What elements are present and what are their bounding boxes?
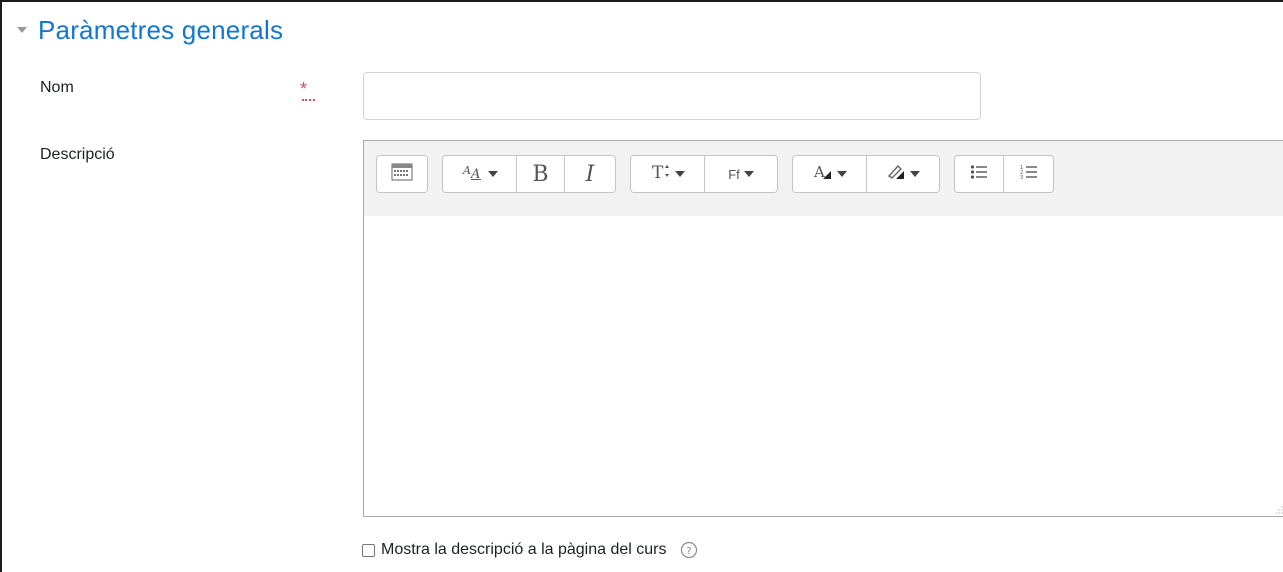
svg-text:?: ? [687,546,692,557]
svg-text:A: A [470,167,480,181]
chevron-down-icon [487,171,498,177]
toolbar-group-lists: 1 2 3 [954,155,1054,193]
frame-top [0,0,1283,2]
frame-left [0,0,2,572]
help-icon[interactable]: ? [680,541,698,559]
chevron-down-icon [910,171,920,177]
font-family-icon: Ff [728,166,740,182]
font-color-icon: A [813,163,833,186]
name-input[interactable] [363,72,981,120]
required-icon: * [300,80,316,102]
ordered-list-button[interactable]: 1 2 3 [1004,156,1053,192]
svg-text:T: T [652,163,664,182]
paragraph-styles-icon: A A [462,163,484,186]
section-header[interactable]: Paràmetres generals [14,12,283,48]
font-family-button[interactable]: Ff [705,156,777,192]
collapse-triangle-icon[interactable] [14,22,30,38]
unordered-list-icon [970,163,988,186]
background-color-button[interactable] [867,156,939,192]
resize-grip-icon[interactable] [1274,502,1283,514]
show-description-checkbox[interactable] [362,543,375,557]
chevron-down-icon [836,171,847,177]
unordered-list-button[interactable] [955,156,1004,192]
required-underline [302,97,315,101]
section-title: Paràmetres generals [38,14,284,45]
description-label: Descripció [40,146,115,163]
font-size-button[interactable]: T [631,156,705,192]
background-color-icon [886,163,906,186]
name-label: Nom [40,79,74,96]
required-mark: * [300,79,308,99]
toolbar-toggle-icon [391,163,413,186]
font-size-icon: T [651,162,671,187]
toolbar-group-font: T Ff [630,155,778,193]
toolbar-group-toggle [376,155,428,193]
svg-text:3: 3 [1020,175,1023,181]
svg-text:A: A [462,164,471,177]
paragraph-styles-button[interactable]: A A [443,156,517,192]
bold-button[interactable]: B [517,156,565,192]
chevron-down-icon [743,171,754,177]
toolbar-group-text-style: A A B I [442,155,616,193]
show-description-label[interactable]: Mostra la descripció a la pàgina del cur… [381,541,666,559]
ordered-list-icon: 1 2 3 [1020,163,1038,186]
show-description-row: Mostra la descripció a la pàgina del cur… [362,541,698,559]
font-color-button[interactable]: A [793,156,867,192]
italic-button[interactable]: I [565,156,615,192]
description-editor: A A B I T Ff A 1 2 3 [363,140,1283,517]
editor-content-area[interactable] [364,216,1283,516]
editor-toolbar: A A B I T Ff A 1 2 3 [364,141,1283,217]
bold-icon: B [532,161,549,187]
chevron-down-icon [674,171,685,177]
svg-text:A: A [813,163,825,181]
toolbar-toggle-button[interactable] [377,156,427,192]
italic-icon: I [585,161,595,187]
toolbar-group-color: A [792,155,940,193]
